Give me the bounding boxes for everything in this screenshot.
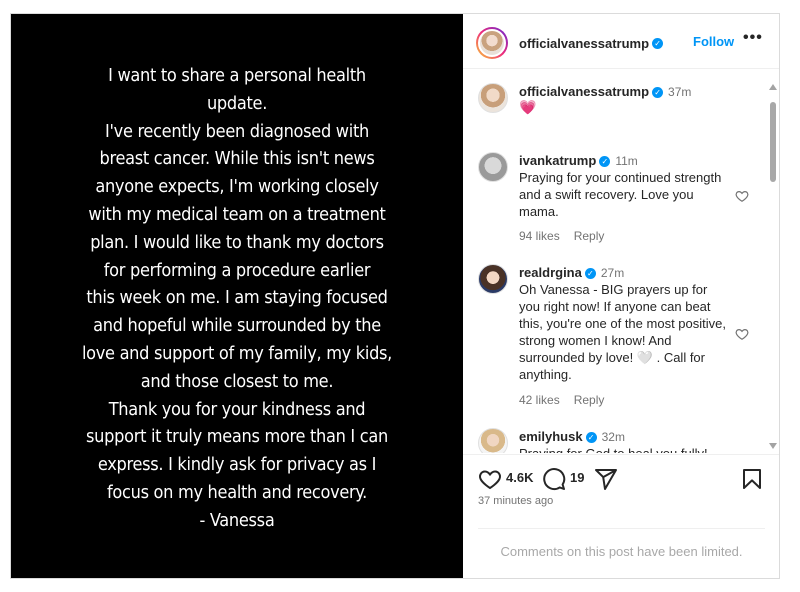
heart-icon[interactable] [478,467,502,491]
more-icon[interactable]: ••• [743,29,763,47]
post-header: officialvanessatrump ✓ Follow ••• [463,14,779,69]
comments-scrollbar[interactable] [767,80,779,453]
post-text-line: and hopeful while surrounded by the [93,315,381,337]
scroll-up-arrow-icon[interactable] [769,84,777,90]
comment-time[interactable]: 32m [602,430,625,444]
action-bar: 4.6K 19 37 minutes ago [463,454,779,515]
caption-emoji: 💗 [519,99,537,115]
post-text-line: plan. I would like to thank my doctors [90,231,384,253]
verified-icon: ✓ [652,38,664,50]
comment-time[interactable]: 27m [601,266,624,280]
heart-icon[interactable] [735,327,749,341]
comment-text: Praying for your continued strength and … [519,170,722,219]
comment-username[interactable]: emilyhusk [519,429,583,444]
verified-icon: ✓ [585,432,597,444]
likes-count[interactable]: 4.6K [506,470,533,485]
reply-button[interactable]: Reply [574,229,605,243]
post-text-line: Thank you for your kindness and [108,398,366,420]
post-text-line: anyone expects, I'm working closely [95,176,379,198]
comment-header: emilyhusk ✓ 32m [519,429,625,444]
post-image[interactable]: I want to share a personal health update… [11,14,463,578]
comment-header: ivankatrump ✓ 11m [519,153,638,168]
comments-count[interactable]: 19 [570,470,584,485]
caption-avatar[interactable] [478,83,508,113]
post-sidebar: officialvanessatrump ✓ Follow ••• officia… [463,14,779,578]
caption-header: officialvanessatrump ✓ 37m [519,84,691,99]
comment-icon[interactable] [542,467,566,491]
post-text-line: - Vanessa [199,509,275,531]
post-timestamp[interactable]: 37 minutes ago [478,495,553,507]
post-text-line: update. [206,92,268,114]
heart-icon[interactable] [735,189,749,203]
comment-text: Oh Vanessa - BIG prayers up for you righ… [519,282,726,382]
comment-header: realdrgina ✓ 27m [519,265,624,280]
comment-time[interactable]: 11m [615,154,637,168]
comment-likes[interactable]: 42 likes [519,393,560,407]
comment-avatar[interactable] [478,428,508,453]
post-text-line: breast cancer. While this isn't news [99,148,375,170]
verified-icon: ✓ [652,87,664,99]
comment-meta: 94 likes Reply [519,229,604,243]
share-icon[interactable] [594,467,618,491]
post-text-line: support it truly means more than I can [86,426,388,448]
post-text: I want to share a personal health update… [11,62,463,535]
post-text-line: this week on me. I am staying focused [86,287,388,309]
follow-button[interactable]: Follow [693,34,734,49]
post-text-line: I want to share a personal health [108,65,366,86]
author-avatar[interactable] [476,27,508,59]
caption-username[interactable]: officialvanessatrump [519,84,649,99]
author-name-row: officialvanessatrump ✓ [519,35,664,53]
post-text-line: for performing a procedure earlier [103,259,371,281]
comment-text: Praying for God to heal you fully! [519,445,729,453]
comment-avatar[interactable] [478,264,508,294]
comment-username[interactable]: ivankatrump [519,153,596,168]
bookmark-icon[interactable] [740,467,764,491]
verified-icon: ✓ [584,268,596,280]
post-text-line: and those closest to me. [140,370,334,392]
comment-avatar[interactable] [478,152,508,182]
reply-button[interactable]: Reply [574,393,605,407]
comments-list[interactable]: officialvanessatrump ✓ 37m 💗 ivankatrump ✓ 1… [463,70,779,453]
post-text-line: express. I kindly ask for privacy as I [97,454,377,476]
scroll-thumb[interactable] [770,102,776,182]
post-text-line: with my medical team on a treatment [88,203,386,225]
comment-meta: 42 likes Reply [519,393,604,407]
author-username[interactable]: officialvanessatrump [519,36,649,51]
post-text-line: focus on my health and recovery. [107,481,367,503]
post-modal: I want to share a personal health update… [10,13,780,579]
verified-icon: ✓ [599,156,611,168]
comments-limited-notice: Comments on this post have been limited. [478,528,765,559]
comment-username[interactable]: realdrgina [519,265,582,280]
comment-likes[interactable]: 94 likes [519,229,560,243]
caption-time[interactable]: 37m [668,85,691,99]
post-text-line: I've recently been diagnosed with [105,120,369,142]
scroll-down-arrow-icon[interactable] [769,443,777,449]
post-text-line: love and support of my family, my kids, [81,342,393,364]
